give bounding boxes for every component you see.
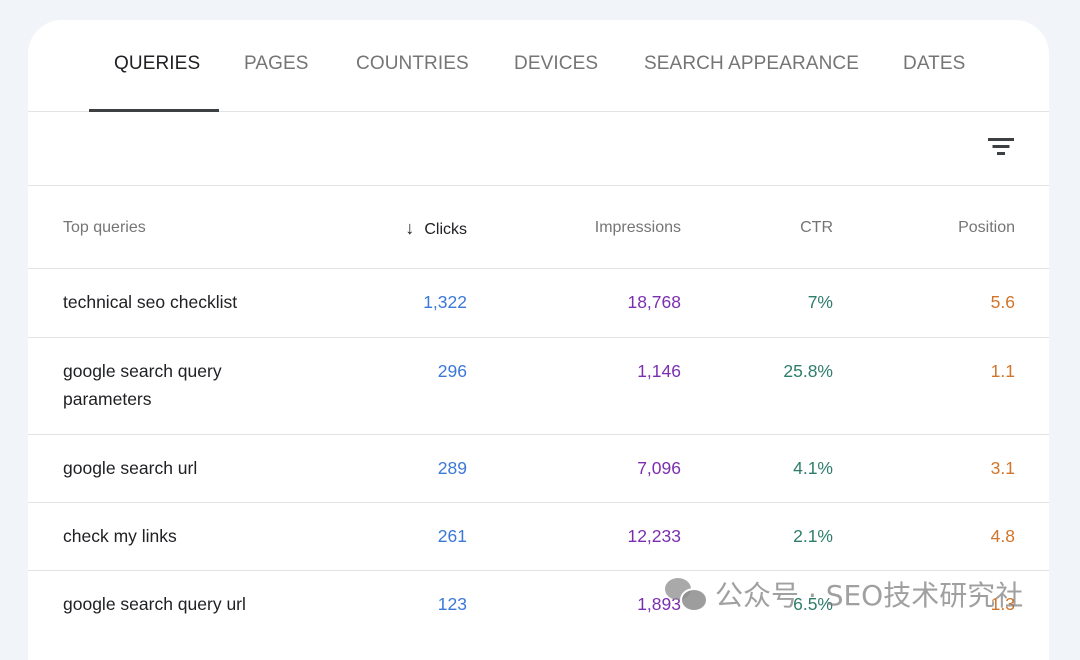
clicks-cell: 296 — [437, 361, 467, 381]
column-header-clicks-label: Clicks — [424, 221, 467, 238]
tab-dates[interactable]: DATES — [903, 20, 965, 111]
tab-pages[interactable]: PAGES — [244, 20, 309, 111]
table-row[interactable]: google search query parameters 296 1,146… — [28, 338, 1049, 435]
ctr-cell: 7% — [807, 292, 833, 312]
position-cell: 3.1 — [990, 458, 1015, 478]
column-header-ctr[interactable]: CTR — [800, 186, 833, 270]
dimension-tabs: QUERIES PAGES COUNTRIES DEVICES SEARCH A… — [28, 20, 1049, 112]
position-cell: 4.8 — [990, 526, 1015, 546]
clicks-cell: 261 — [437, 526, 467, 546]
table-row[interactable]: google search url 289 7,096 4.1% 3.1 — [28, 435, 1049, 503]
impressions-cell: 7,096 — [637, 458, 681, 478]
tab-devices[interactable]: DEVICES — [514, 20, 598, 111]
watermark-text: 公众号 · SEO技术研究社 — [715, 579, 1024, 612]
sort-descending-icon: ↓ — [405, 218, 415, 238]
clicks-cell: 123 — [437, 594, 467, 614]
ctr-cell: 2.1% — [793, 526, 833, 546]
column-header-top-queries[interactable]: Top queries — [63, 186, 146, 270]
ctr-cell: 4.1% — [793, 458, 833, 478]
tab-countries[interactable]: COUNTRIES — [356, 20, 469, 111]
performance-card: QUERIES PAGES COUNTRIES DEVICES SEARCH A… — [28, 20, 1049, 660]
query-cell: google search query url — [63, 594, 246, 614]
tab-search-appearance[interactable]: SEARCH APPEARANCE — [644, 20, 859, 111]
position-cell: 5.6 — [990, 292, 1015, 312]
query-cell: technical seo checklist — [63, 292, 238, 312]
table-row[interactable]: technical seo checklist 1,322 18,768 7% … — [28, 269, 1049, 338]
wechat-icon — [665, 576, 708, 612]
table-toolbar — [28, 112, 1049, 186]
clicks-cell: 1,322 — [423, 292, 467, 312]
column-header-position[interactable]: Position — [958, 186, 1015, 270]
column-header-clicks[interactable]: ↓ Clicks — [405, 186, 467, 272]
table-header: Top queries ↓ Clicks Impressions CTR Posi… — [28, 186, 1049, 269]
column-header-impressions[interactable]: Impressions — [595, 186, 681, 270]
filter-list-icon[interactable] — [987, 135, 1015, 159]
query-cell: google search query parameters — [63, 361, 222, 409]
position-cell: 1.1 — [990, 361, 1015, 381]
query-cell: check my links — [63, 526, 177, 546]
table-row[interactable]: check my links 261 12,233 2.1% 4.8 — [28, 503, 1049, 571]
clicks-cell: 289 — [437, 458, 467, 478]
impressions-cell: 1,146 — [637, 361, 681, 381]
query-cell: google search url — [63, 458, 198, 478]
ctr-cell: 25.8% — [783, 361, 833, 381]
watermark: 公众号 · SEO技术研究社 — [665, 574, 1023, 614]
impressions-cell: 12,233 — [627, 526, 681, 546]
tab-queries[interactable]: QUERIES — [114, 20, 200, 111]
impressions-cell: 18,768 — [627, 292, 681, 312]
